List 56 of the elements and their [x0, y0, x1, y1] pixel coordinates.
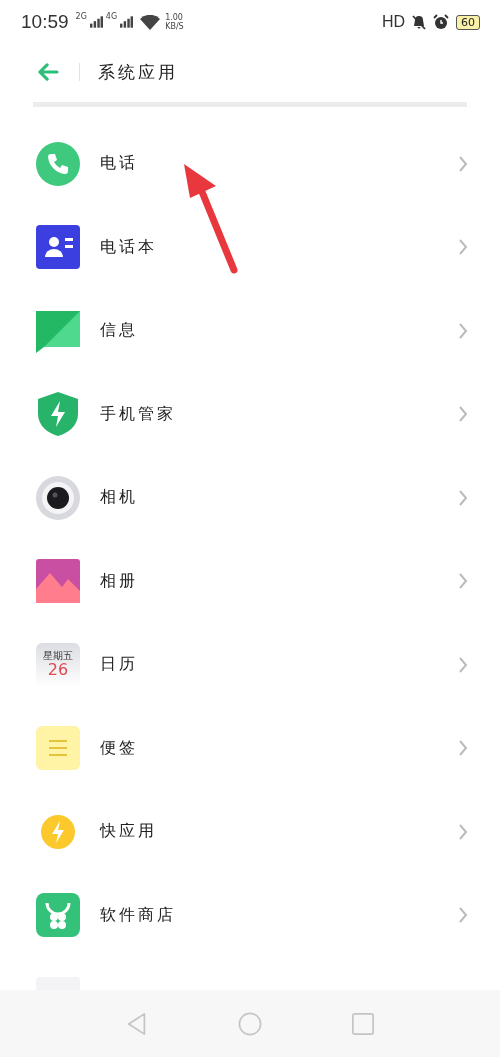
app-name: 快应用: [100, 821, 157, 843]
app-name: 手机管家: [100, 403, 176, 425]
signal-icon: [89, 16, 103, 28]
app-list-item[interactable]: 便签: [0, 706, 500, 790]
muted-bell-icon: [411, 14, 427, 30]
phone-app-icon: [36, 141, 80, 186]
chevron-right-icon: [458, 321, 468, 340]
recents-icon[interactable]: [351, 1011, 376, 1036]
app-name: 便签: [100, 737, 138, 759]
chevron-right-icon: [458, 405, 468, 424]
app-name: 信息: [100, 320, 138, 342]
chevron-right-icon: [458, 739, 468, 758]
chevron-right-icon: [458, 572, 468, 591]
camera-lens-icon: [36, 475, 80, 520]
app-list-item[interactable]: 快应用: [0, 790, 500, 874]
network-speed: 1.00: [165, 13, 184, 22]
app-store-icon: [36, 893, 80, 938]
notepad-icon: [36, 726, 80, 771]
chevron-right-icon: [458, 154, 468, 173]
chevron-right-icon: [458, 488, 468, 507]
app-list-item[interactable]: 星期五 26 日历: [0, 623, 500, 707]
gallery-mountains-icon: [36, 559, 80, 604]
battery-indicator: 60: [456, 14, 480, 30]
app-list-item[interactable]: 电话本: [0, 205, 500, 289]
app-name: 电话: [100, 153, 138, 175]
contacts-app-icon: [36, 225, 80, 270]
signal-icon: [120, 16, 134, 28]
network-type: 2G: [75, 12, 87, 21]
alarm-icon: [433, 14, 449, 30]
home-icon[interactable]: [238, 1011, 262, 1036]
status-time: 10:59: [21, 11, 69, 33]
back-arrow-icon[interactable]: [37, 63, 59, 81]
network-type: 4G: [105, 12, 118, 21]
app-name: 相册: [100, 570, 138, 592]
calendar-day: 26: [47, 661, 69, 680]
chevron-right-icon: [458, 906, 468, 925]
page-title: 系统应用: [98, 60, 178, 84]
app-list-item[interactable]: 手机管家: [0, 372, 500, 456]
shield-icon: [36, 392, 80, 437]
app-name: 相机: [100, 487, 138, 509]
app-list-item[interactable]: 电话: [0, 122, 500, 206]
chevron-right-icon: [458, 655, 468, 674]
wifi-icon: [140, 14, 161, 30]
app-list-item[interactable]: 相机: [0, 456, 500, 540]
app-name: 日历: [100, 654, 138, 676]
message-app-icon: [36, 308, 80, 353]
chevron-right-icon: [458, 822, 468, 841]
calendar-weekday: 星期五: [43, 650, 73, 662]
app-list-item[interactable]: 相册: [0, 539, 500, 623]
app-list-item[interactable]: 信息: [0, 289, 500, 373]
app-name: 软件商店: [100, 904, 176, 926]
hd-label: HD: [381, 13, 405, 31]
speed-unit: KB/S: [165, 22, 184, 31]
chevron-right-icon: [458, 238, 468, 257]
app-list-item[interactable]: 软件商店: [0, 873, 500, 957]
app-name: 电话本: [100, 236, 157, 258]
